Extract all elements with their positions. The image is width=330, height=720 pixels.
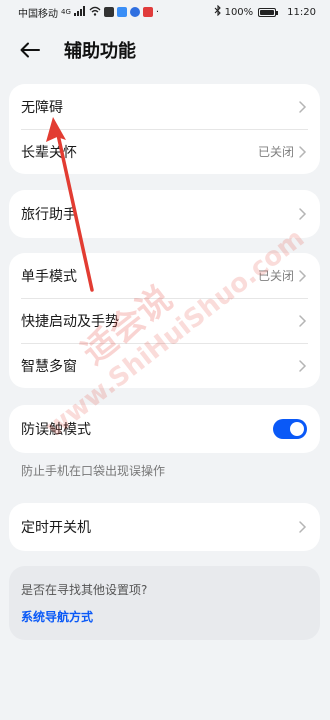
row-accidental-touch: 防误触模式: [9, 405, 320, 453]
row-right: [297, 359, 307, 373]
status-right: 100% 11:20: [214, 4, 316, 19]
chevron-right-icon: [299, 521, 307, 533]
app-notification-icon: [129, 7, 140, 17]
chevron-right-icon: [299, 269, 307, 282]
nav-mode-link[interactable]: 系统导航方式: [21, 608, 308, 625]
suggestion-card: 是否在寻找其他设置项? 系统导航方式: [9, 566, 320, 640]
wifi-icon: [89, 6, 101, 19]
carrier-label: 中国移动: [18, 8, 58, 20]
chevron-right-icon: [299, 208, 307, 220]
status-bar: 中国移动 4G · 100% 11:20: [0, 0, 330, 24]
settings-group-2: 旅行助手: [9, 190, 320, 238]
status-left: 中国移动 4G ·: [18, 5, 159, 20]
toggle-knob: [290, 422, 304, 436]
row-label: 智慧多窗: [21, 358, 77, 375]
row-one-hand-mode[interactable]: 单手模式 已关闭: [9, 253, 320, 298]
suggestion-title: 是否在寻找其他设置项?: [21, 583, 148, 597]
battery-percent: 100%: [224, 6, 254, 18]
app-notification-icon: [142, 7, 153, 17]
back-arrow-icon[interactable]: [18, 38, 42, 62]
row-right: [297, 520, 307, 534]
row-label: 长辈关怀: [21, 144, 77, 161]
chevron-right-icon: [299, 145, 307, 158]
row-elder-care[interactable]: 长辈关怀 已关闭: [9, 129, 320, 174]
clock: 11:20: [287, 6, 316, 18]
row-value: 已关闭: [257, 269, 294, 283]
settings-group-5: 定时开关机: [9, 503, 320, 551]
row-right: [297, 100, 307, 114]
row-right: 已关闭: [258, 143, 307, 160]
row-label: 定时开关机: [21, 520, 91, 536]
row-label: 单手模式: [21, 268, 77, 285]
settings-group-4: 防误触模式: [9, 405, 320, 453]
battery-icon: [258, 7, 279, 17]
row-label: 无障碍: [21, 99, 63, 116]
row-right: [297, 314, 307, 328]
row-scheduled-power[interactable]: 定时开关机: [9, 503, 320, 551]
row-shortcuts-gestures[interactable]: 快捷启动及手势: [9, 298, 320, 343]
header: 辅助功能: [0, 28, 330, 72]
row-accessibility[interactable]: 无障碍: [9, 84, 320, 129]
row-label: 防误触模式: [21, 422, 91, 438]
more-dot-icon: ·: [155, 6, 160, 18]
settings-group-1: 无障碍 长辈关怀 已关闭: [9, 84, 320, 174]
accidental-touch-toggle[interactable]: [273, 419, 307, 439]
row-travel-assistant[interactable]: 旅行助手: [9, 190, 320, 238]
row-value: 已关闭: [257, 145, 294, 159]
signal-icon: [73, 5, 86, 19]
accidental-touch-hint: 防止手机在口袋出现误操作: [21, 464, 166, 478]
row-multi-window[interactable]: 智慧多窗: [9, 343, 320, 388]
row-right: [297, 207, 307, 221]
row-label: 快捷启动及手势: [21, 313, 119, 330]
chevron-right-icon: [299, 314, 307, 327]
app-notification-icon: [116, 7, 127, 17]
row-label: 旅行助手: [21, 207, 77, 223]
bluetooth-icon: [214, 4, 222, 19]
app-notification-icon: [103, 7, 114, 17]
row-right: 已关闭: [258, 267, 307, 284]
chevron-right-icon: [299, 359, 307, 372]
settings-group-3: 单手模式 已关闭 快捷启动及手势 智慧多窗: [9, 253, 320, 388]
network-label: 4G: [61, 8, 71, 16]
chevron-right-icon: [299, 100, 307, 113]
page-title: 辅助功能: [64, 41, 136, 62]
